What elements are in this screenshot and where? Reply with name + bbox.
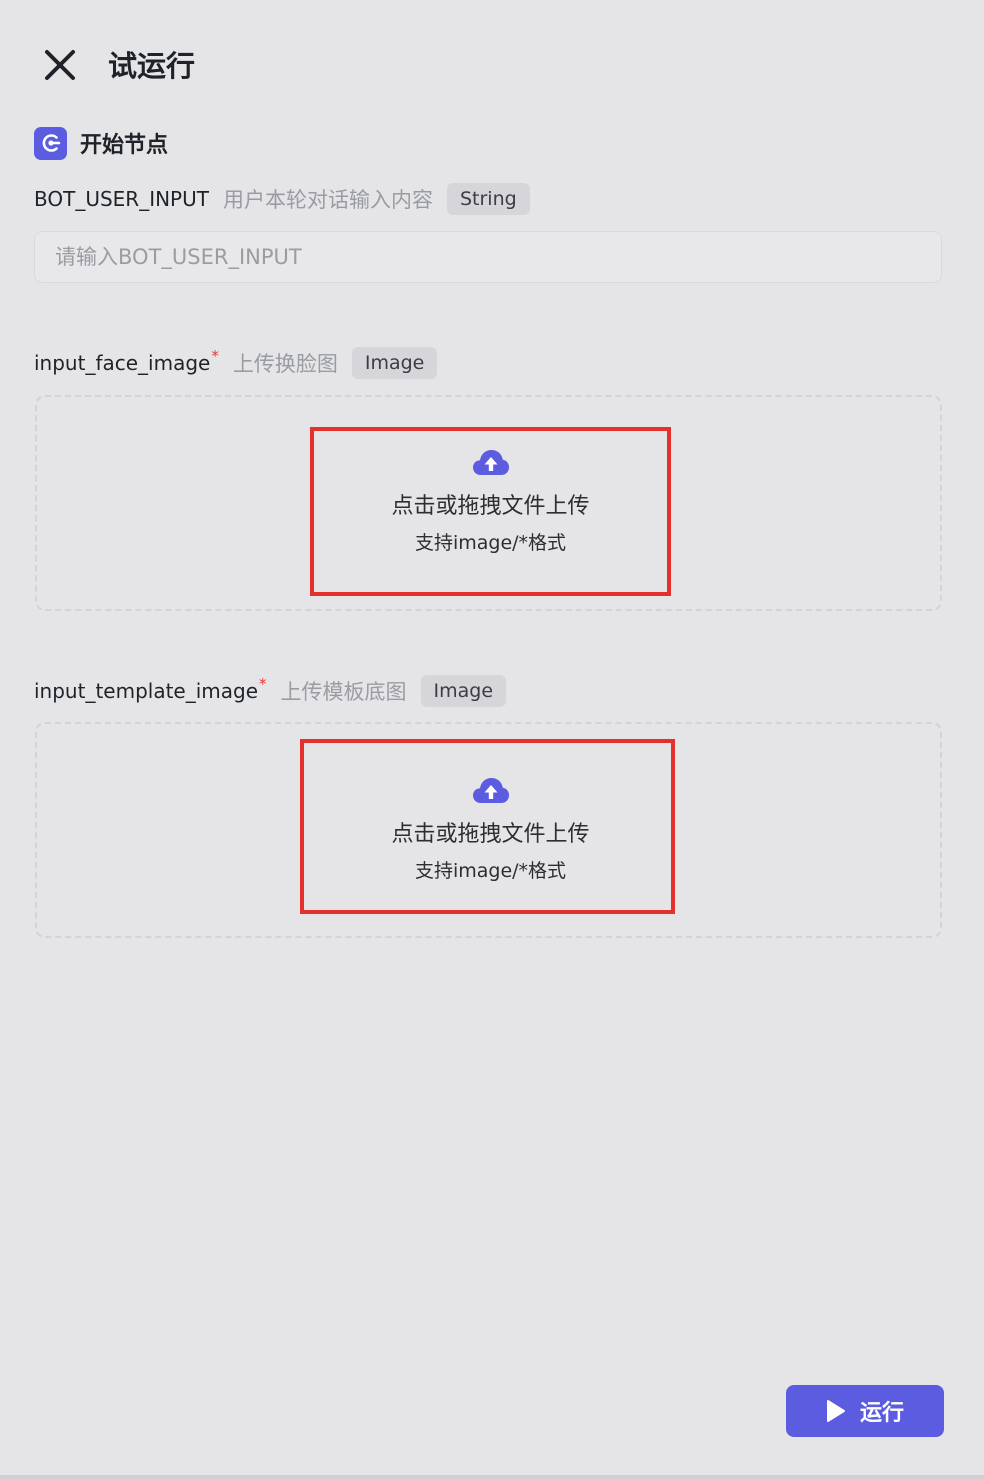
field-description: 上传模板底图 [280,680,407,704]
run-button-label: 运行 [859,1401,904,1426]
field-name: input_face_image [34,351,211,375]
bot-user-input-label-row: BOT_USER_INPUT 用户本轮对话输入内容 String [34,182,530,216]
field-description: 用户本轮对话输入内容 [222,188,433,212]
start-node-title: 开始节点 [80,133,169,158]
type-badge: String [446,183,530,215]
highlight-box [310,427,671,596]
close-button[interactable] [40,45,80,85]
required-marker: * [211,347,219,365]
input-template-image-label-row: input_template_image * 上传模板底图 Image [34,674,507,708]
start-node-header: 开始节点 [34,126,168,160]
type-badge: Image [420,675,507,707]
start-node-icon [34,126,67,160]
field-name: BOT_USER_INPUT [34,187,209,211]
bottom-divider [0,1475,984,1479]
play-icon [826,1400,845,1422]
input-face-image-label-row: input_face_image * 上传换脸图 Image [34,346,438,380]
run-button[interactable]: 运行 [786,1385,944,1437]
field-description: 上传换脸图 [232,352,338,376]
page-title: 试运行 [108,49,196,83]
close-icon [45,50,75,80]
highlight-box [300,739,675,914]
field-name: input_template_image [34,679,259,703]
bot-user-input-field[interactable] [34,231,942,283]
panel-header: 试运行 [0,0,984,130]
required-marker: * [259,675,267,693]
type-badge: Image [351,347,438,379]
